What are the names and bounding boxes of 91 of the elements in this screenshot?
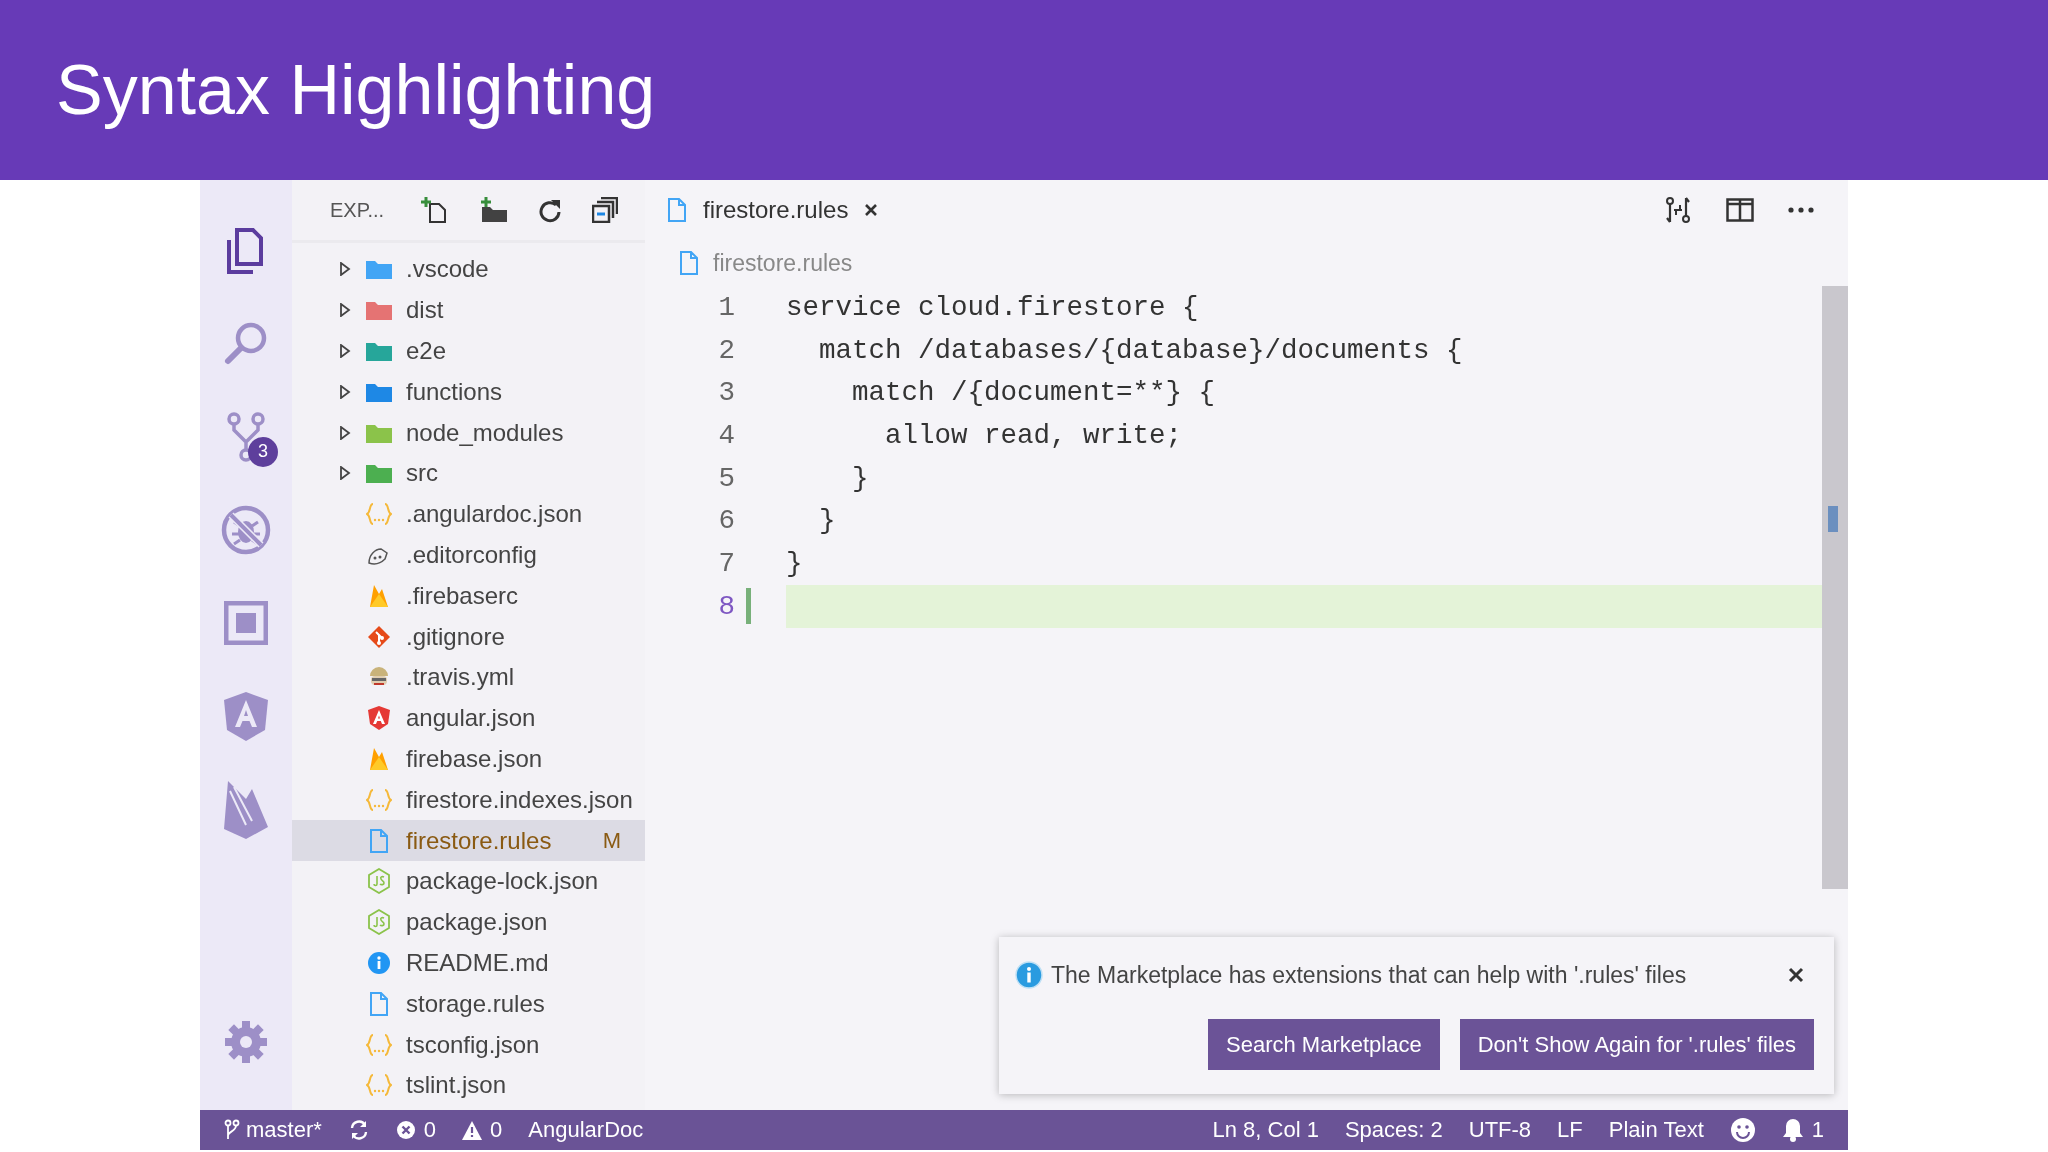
braces-icon <box>366 1073 392 1098</box>
status-item[interactable]: AngularDoc <box>528 1117 644 1143</box>
code-line: } <box>786 546 803 581</box>
notification-message: The Marketplace has extensions that can help with '.rules' files <box>1051 961 1687 989</box>
status-item[interactable]: Plain Text <box>1608 1117 1704 1143</box>
line-number: 5 <box>717 462 735 494</box>
line-number: 6 <box>717 505 735 537</box>
file-tree-item[interactable]: package-lock.json <box>292 860 645 902</box>
source-control-icon[interactable] <box>226 410 266 463</box>
file-tree-item[interactable]: dist <box>292 289 645 331</box>
file-tree-item[interactable]: src <box>292 453 645 494</box>
file-tree-item[interactable]: storage.rules <box>292 983 645 1025</box>
chevron-right-icon[interactable] <box>339 344 351 358</box>
chevron-right-icon[interactable] <box>339 425 351 440</box>
slide-title: Syntax Highlighting <box>56 50 656 130</box>
code-line: match /{document=**} { <box>851 376 1216 411</box>
file-tree-item[interactable]: .firebaserc <box>292 575 645 617</box>
file-tree-item[interactable]: README.md <box>292 942 645 984</box>
line-number: 7 <box>717 547 735 579</box>
warning-icon <box>462 1120 483 1140</box>
close-icon[interactable] <box>1788 967 1804 983</box>
chevron-right-icon[interactable] <box>339 303 351 318</box>
file-tree-item[interactable]: functions <box>292 371 645 413</box>
split-editor-icon[interactable] <box>1726 198 1754 222</box>
file-tree-item[interactable]: .gitignore <box>292 616 645 657</box>
file-tree-item[interactable]: .angulardoc.json <box>292 493 645 535</box>
line-number: 1 <box>717 291 735 323</box>
chevron-right-icon[interactable] <box>339 262 351 277</box>
status-item[interactable]: Spaces: 2 <box>1344 1117 1443 1143</box>
error-icon <box>395 1120 416 1140</box>
compare-changes-icon[interactable] <box>1664 196 1692 224</box>
file-tree-item[interactable]: tslint.json <box>292 1064 645 1106</box>
braces-icon <box>366 502 392 527</box>
count-badge: 3 <box>248 436 278 467</box>
code-line: service cloud.firestore { <box>786 290 1199 325</box>
file-icon <box>679 251 699 275</box>
file-tree-item[interactable]: firestore.indexes.json <box>292 779 645 821</box>
panel-title: EXP... <box>330 198 385 222</box>
close-icon[interactable] <box>864 203 879 217</box>
file-tree-item[interactable]: firebase.json <box>292 738 645 780</box>
file-tree-item[interactable]: e2e <box>292 330 645 372</box>
code-line: } <box>851 461 869 496</box>
line-number: 3 <box>717 377 735 409</box>
warning-count[interactable]: 0 <box>490 1117 503 1143</box>
file-tree-item[interactable]: .vscode <box>292 249 645 290</box>
branch-name[interactable]: master* <box>246 1117 322 1143</box>
file-tree-item[interactable]: node_modules <box>292 412 645 453</box>
file-tree-item[interactable]: firestore.rules M <box>292 820 645 861</box>
hexagon-js-icon <box>367 909 391 936</box>
file-icon <box>667 198 687 222</box>
angular-icon <box>368 706 390 731</box>
file-tree-item[interactable]: tsconfig.json <box>292 1024 645 1065</box>
notification-button[interactable]: Don't Show Again for '.rules' files <box>1459 1019 1814 1070</box>
new-file-icon[interactable] <box>420 196 449 224</box>
notification-count[interactable]: 1 <box>1811 1117 1824 1143</box>
more-icon[interactable] <box>1788 207 1814 213</box>
git-status: M <box>602 827 621 854</box>
code-line: allow read, write; <box>884 418 1183 453</box>
line-number: 2 <box>717 334 735 366</box>
editor-tab[interactable]: firestore.rules <box>645 180 901 240</box>
line-number: 4 <box>717 419 735 451</box>
branch-icon <box>224 1119 240 1141</box>
status-item[interactable]: Ln 8, Col 1 <box>1212 1117 1319 1143</box>
overview-ruler-mark <box>1828 506 1838 532</box>
new-folder-icon[interactable] <box>478 197 509 223</box>
file-tree-item[interactable]: package.json <box>292 901 645 943</box>
info-icon <box>1015 961 1043 989</box>
git-icon <box>367 624 391 649</box>
info-icon <box>367 950 391 975</box>
braces-icon <box>366 1032 392 1057</box>
chevron-right-icon[interactable] <box>339 466 351 481</box>
collapse-all-icon[interactable] <box>592 197 619 223</box>
code-line: match /databases/{database}/documents { <box>818 333 1463 368</box>
hexagon-js-icon <box>367 868 391 895</box>
line-number: 8 <box>717 590 735 622</box>
status-item[interactable]: UTF-8 <box>1468 1117 1532 1143</box>
braces-icon <box>366 787 392 812</box>
error-count[interactable]: 0 <box>423 1117 437 1143</box>
notification-button[interactable]: Search Marketplace <box>1208 1019 1440 1070</box>
status-item[interactable]: LF <box>1557 1117 1583 1143</box>
refresh-icon[interactable] <box>538 197 563 223</box>
file-icon <box>369 828 389 853</box>
file-tree-item[interactable]: .travis.yml <box>292 656 645 698</box>
chevron-right-icon[interactable] <box>339 384 351 399</box>
file-icon <box>369 991 389 1016</box>
bell-icon <box>1781 1118 1804 1142</box>
code-line: } <box>818 504 836 539</box>
file-tree-item[interactable]: .editorconfig <box>292 534 645 576</box>
file-tree-item[interactable]: angular.json <box>292 697 645 739</box>
smiley-icon[interactable] <box>1729 1117 1756 1143</box>
scrollbar[interactable] <box>1822 286 1848 889</box>
